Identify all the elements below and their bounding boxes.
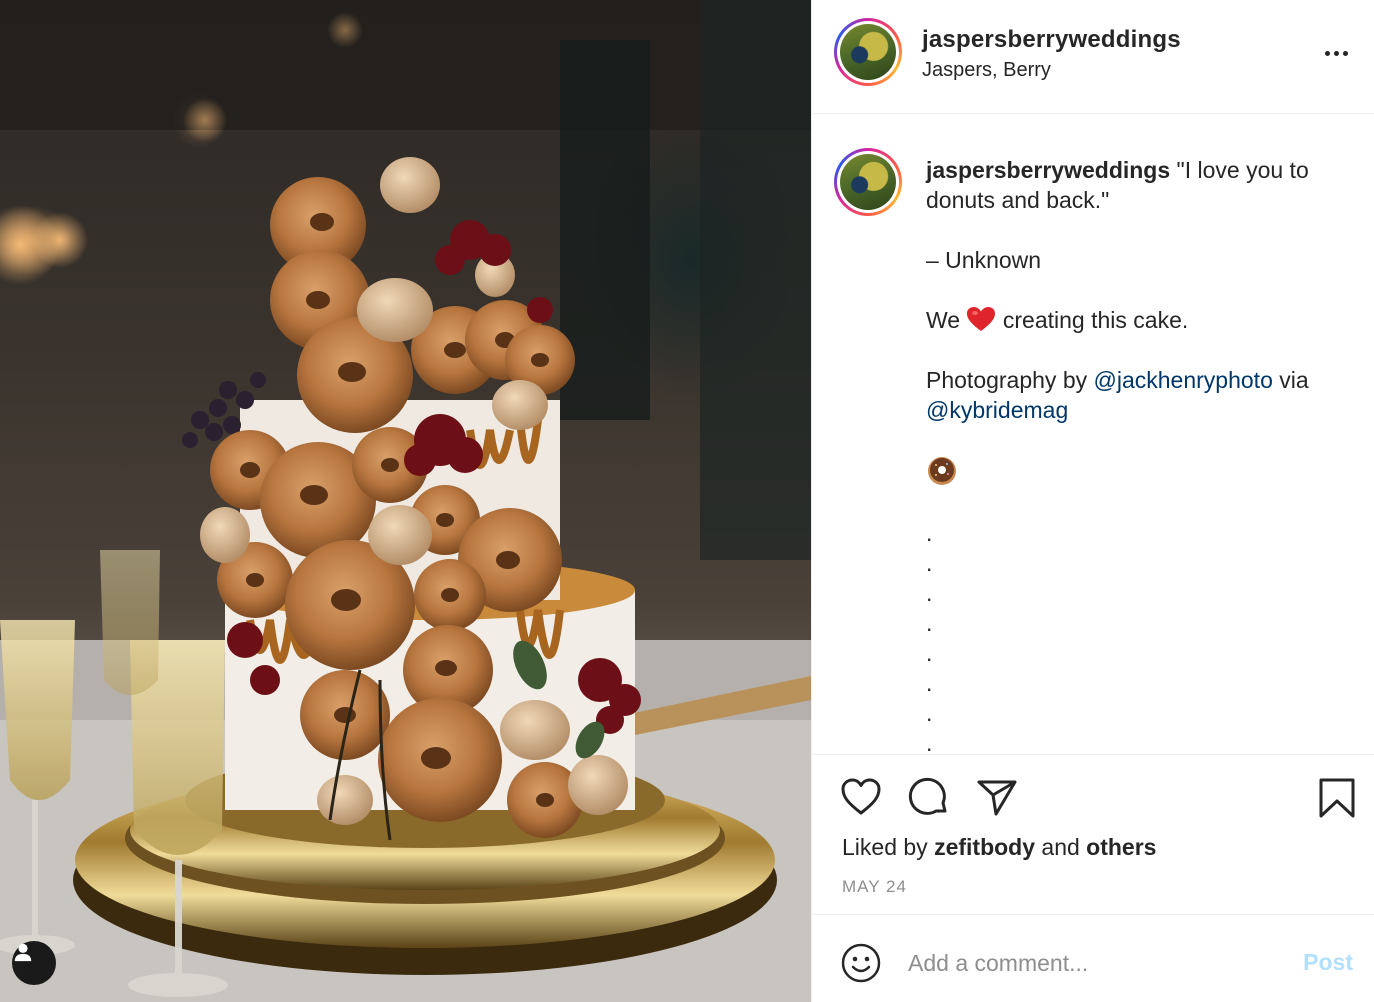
- heart-icon[interactable]: [840, 777, 882, 822]
- avatar[interactable]: [834, 18, 902, 86]
- comment-icon[interactable]: [908, 777, 950, 824]
- post-actions: Liked by zefitbody and others MAY 24: [812, 754, 1374, 914]
- bookmark-icon[interactable]: [1318, 777, 1356, 824]
- post-date[interactable]: MAY 24: [842, 877, 907, 897]
- comment-input[interactable]: [908, 945, 1278, 981]
- mention-link[interactable]: @jackhenryphoto: [1094, 367, 1273, 393]
- tagged-users-button[interactable]: [12, 941, 56, 985]
- header-location[interactable]: Jaspers, Berry: [922, 59, 1051, 82]
- caption-credits: Photography by @jackhenryphoto via @kybri…: [926, 367, 1309, 423]
- likes-others-link[interactable]: others: [1086, 834, 1156, 860]
- caption-dots: . . . . . . . .: [926, 520, 933, 753]
- share-icon[interactable]: [976, 777, 1018, 824]
- donut-emoji-icon: [928, 457, 956, 485]
- caption-attribution: – Unknown: [926, 247, 1042, 273]
- comment-bar: Post: [812, 914, 1374, 1002]
- likes-summary: Liked by zefitbody and others: [842, 834, 1157, 860]
- caption-love-line: We creating this cake.: [926, 307, 1189, 333]
- caption-text: jaspersberryweddings "I love you to donu…: [926, 155, 1351, 753]
- post-button[interactable]: Post: [1303, 949, 1353, 976]
- header-username[interactable]: jaspersberryweddings: [922, 26, 1181, 54]
- person-icon: [14, 943, 32, 962]
- red-heart-icon: [967, 307, 996, 331]
- mention-link[interactable]: @kybridemag: [926, 397, 1068, 423]
- more-options-icon[interactable]: [1319, 40, 1353, 66]
- post-header: jaspersberryweddings Jaspers, Berry: [812, 0, 1374, 114]
- caption-avatar[interactable]: [834, 148, 902, 216]
- caption-username[interactable]: jaspersberryweddings: [926, 157, 1170, 183]
- donut-cake-illustration: [0, 0, 811, 1002]
- post-photo[interactable]: [0, 0, 811, 1002]
- post-sidebar: jaspersberryweddings Jaspers, Berry jasp…: [811, 0, 1374, 1002]
- caption-section: jaspersberryweddings "I love you to donu…: [812, 115, 1374, 753]
- liker-username[interactable]: zefitbody: [934, 834, 1035, 860]
- smiley-icon[interactable]: [840, 942, 882, 989]
